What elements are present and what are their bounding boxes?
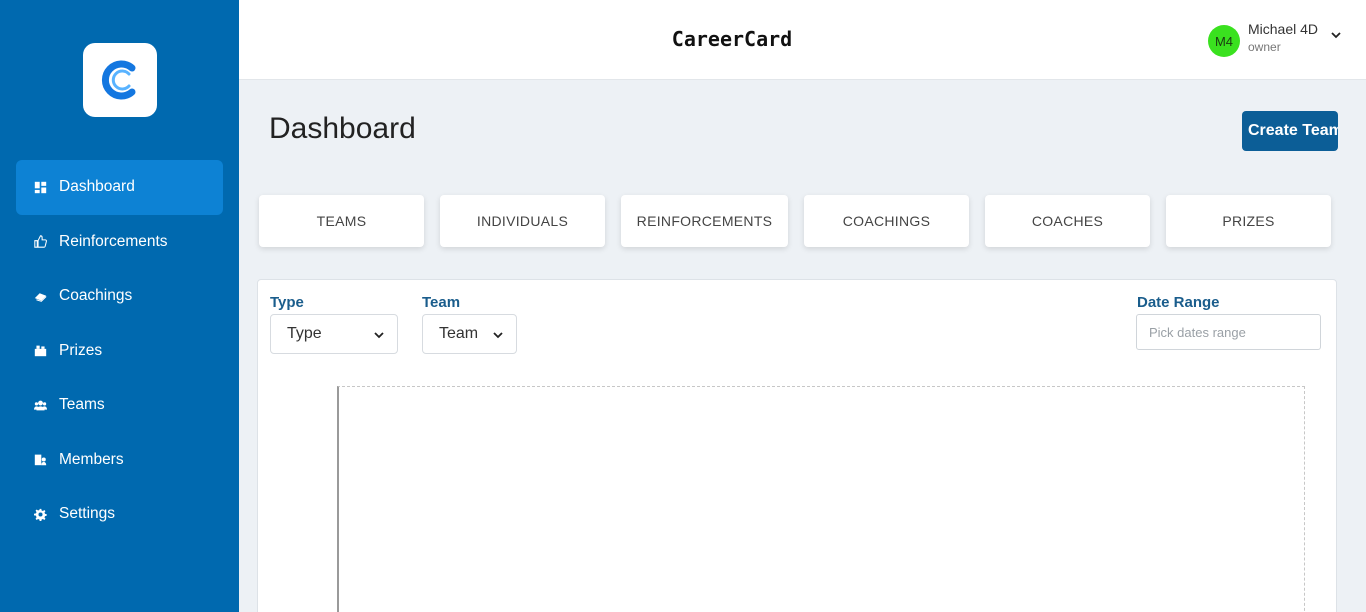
sidebar-item-label: Coachings xyxy=(59,287,133,305)
sidebar-item-prizes[interactable]: Prizes xyxy=(16,324,223,379)
date-range-input[interactable] xyxy=(1136,314,1321,350)
create-team-button[interactable]: Create Team xyxy=(1242,111,1338,151)
team-select[interactable]: Team xyxy=(422,314,517,354)
top-bar: CareerCard M4 Michael 4D owner xyxy=(239,0,1366,80)
type-select[interactable]: Type xyxy=(270,314,398,354)
prize-icon xyxy=(33,344,47,358)
sidebar: Dashboard Reinforcements Coachings Prize… xyxy=(0,0,239,612)
tab-coaches[interactable]: COACHES xyxy=(985,195,1150,247)
gear-icon xyxy=(33,507,47,521)
team-select-value: Team xyxy=(439,325,479,342)
chart-panel: Type Type Team Team Date Range xyxy=(257,279,1337,612)
thumbs-up-icon xyxy=(33,235,47,249)
chevron-down-icon xyxy=(374,332,384,339)
user-menu[interactable]: M4 Michael 4D owner xyxy=(1208,21,1342,57)
sidebar-item-reinforcements[interactable]: Reinforcements xyxy=(16,215,223,270)
sidebar-item-coachings[interactable]: Coachings xyxy=(16,269,223,324)
team-filter-label: Team xyxy=(422,294,461,311)
sidebar-item-label: Prizes xyxy=(59,341,103,359)
sidebar-item-settings[interactable]: Settings xyxy=(16,487,223,542)
tab-individuals[interactable]: INDIVIDUALS xyxy=(440,195,605,247)
type-filter-label: Type xyxy=(270,294,304,311)
sidebar-item-label: Teams xyxy=(59,396,105,414)
chart-area xyxy=(337,386,1305,612)
sidebar-item-label: Dashboard xyxy=(59,178,135,196)
sidebar-item-dashboard[interactable]: Dashboard xyxy=(16,160,223,215)
members-icon xyxy=(33,453,47,467)
app-title: CareerCard xyxy=(671,27,793,51)
type-select-value: Type xyxy=(287,325,322,342)
chevron-down-icon[interactable] xyxy=(1330,29,1342,41)
sidebar-item-members[interactable]: Members xyxy=(16,433,223,488)
date-range-label: Date Range xyxy=(1137,294,1220,311)
sidebar-item-label: Members xyxy=(59,450,124,468)
sidebar-item-teams[interactable]: Teams xyxy=(16,378,223,433)
chevron-down-icon xyxy=(493,332,503,339)
user-info: Michael 4D owner xyxy=(1248,21,1318,54)
page-title: Dashboard xyxy=(269,112,416,145)
avatar[interactable]: M4 xyxy=(1208,25,1240,57)
app-logo[interactable] xyxy=(83,43,157,117)
tab-reinforcements[interactable]: REINFORCEMENTS xyxy=(621,195,788,247)
sidebar-item-label: Reinforcements xyxy=(59,232,168,250)
tab-prizes[interactable]: PRIZES xyxy=(1166,195,1331,247)
tab-coachings[interactable]: COACHINGS xyxy=(804,195,969,247)
sidebar-item-label: Settings xyxy=(59,505,116,523)
dashboard-icon xyxy=(33,180,47,194)
tab-teams[interactable]: TEAMS xyxy=(259,195,424,247)
user-role: owner xyxy=(1248,40,1281,54)
logo-c-icon xyxy=(101,60,136,100)
coaching-icon xyxy=(33,289,47,303)
sidebar-nav: Dashboard Reinforcements Coachings Prize… xyxy=(16,160,223,542)
users-icon xyxy=(33,398,47,412)
user-name: Michael 4D xyxy=(1248,21,1319,37)
